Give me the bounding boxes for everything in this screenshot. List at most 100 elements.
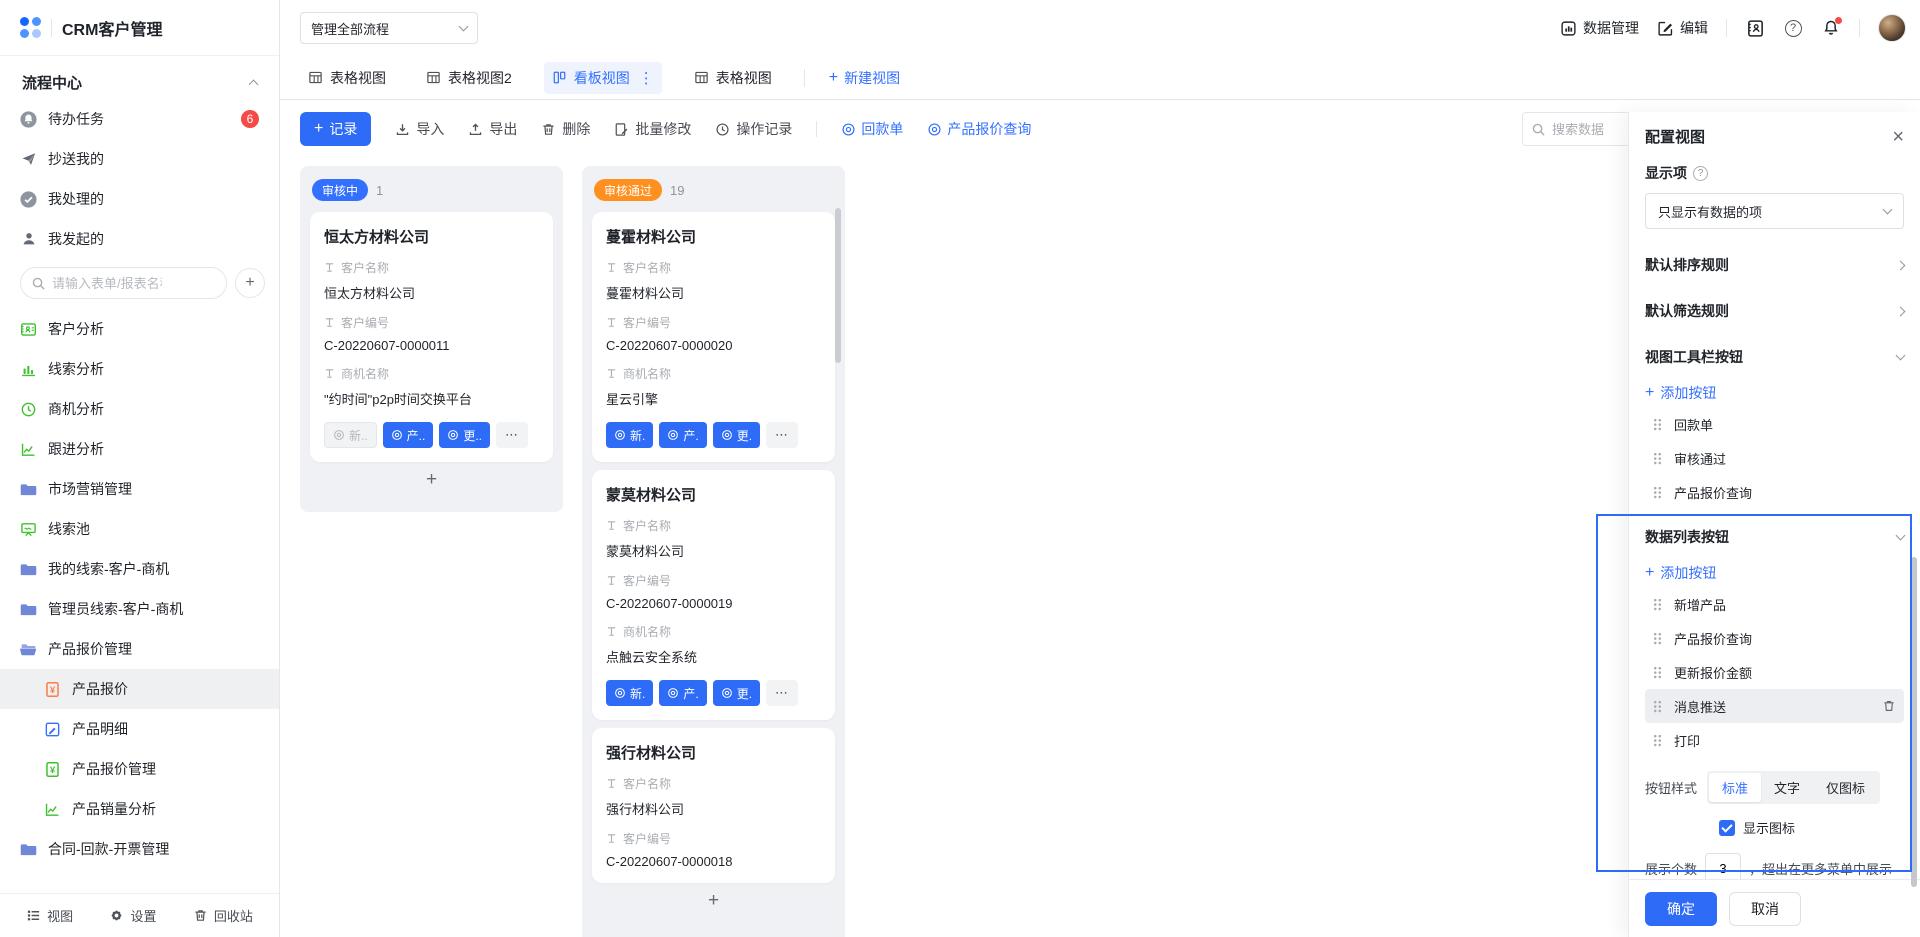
new-view-button[interactable]: + 新建视图 (829, 68, 900, 88)
footer-views-button[interactable]: 视图 (26, 906, 73, 925)
sidebar-search-input[interactable] (52, 276, 162, 291)
card-more-button[interactable]: ⋯ (766, 422, 798, 448)
footer-recycle-bin-button[interactable]: 回收站 (193, 906, 253, 925)
footer-settings-button[interactable]: 设置 (109, 906, 156, 925)
toolbar-button-item[interactable]: 产品报价查询 (1645, 475, 1904, 509)
drag-handle-icon[interactable] (1653, 598, 1662, 611)
cancel-button[interactable]: 取消 (1729, 892, 1801, 926)
process-selector[interactable]: 管理全部流程 (300, 12, 478, 44)
tab-more-icon[interactable]: ⋮ (639, 69, 654, 87)
sidebar-item-quote-management-folder[interactable]: 产品报价管理 (0, 629, 279, 669)
card-action-update-button[interactable]: 更. (713, 680, 760, 706)
sidebar-item-product-detail[interactable]: 产品明细 (0, 709, 279, 749)
sidebar-item-quote-management[interactable]: ¥ 产品报价管理 (0, 749, 279, 789)
add-record-button[interactable]: + 记录 (300, 112, 371, 146)
style-option-icon-only[interactable]: 仅图标 (1813, 773, 1878, 802)
sidebar-item-started-by-me[interactable]: 我发起的 (0, 219, 279, 259)
delete-item-icon[interactable] (1882, 699, 1896, 713)
tab-table-view-1[interactable]: 表格视图 (300, 62, 394, 94)
drag-handle-icon[interactable] (1653, 734, 1662, 747)
section-process-center[interactable]: 流程中心 (0, 56, 279, 99)
panel-scrollbar[interactable] (1911, 557, 1917, 887)
list-button-item-selected[interactable]: 消息推送 (1645, 689, 1904, 723)
add-card-button[interactable]: + (592, 883, 835, 919)
sidebar-item-my-leads[interactable]: 我的线索-客户-商机 (0, 549, 279, 589)
display-items-select[interactable]: 只显示有数据的项 (1645, 193, 1904, 229)
style-option-standard[interactable]: 标准 (1709, 773, 1761, 802)
style-option-text[interactable]: 文字 (1761, 773, 1813, 802)
quick-payment-button[interactable]: 回款单 (841, 119, 903, 139)
tab-table-view-3[interactable]: 表格视图 (686, 62, 780, 94)
sidebar-search-field[interactable] (20, 267, 227, 299)
list-button-item[interactable]: 新增产品 (1645, 587, 1904, 621)
toolbar-button-item[interactable]: 回款单 (1645, 407, 1904, 441)
card-action-product-button[interactable]: 产. (659, 680, 706, 706)
sidebar-item-sales-analysis[interactable]: 产品销量分析 (0, 789, 279, 829)
kanban-card[interactable]: 恒太方材料公司 客户名称 恒太方材料公司 客户编号 C-20220607-000… (310, 212, 553, 462)
add-card-button[interactable]: + (310, 462, 553, 498)
sidebar-item-customer-analysis[interactable]: 客户分析 (0, 309, 279, 349)
card-action-new-button[interactable]: 新. (606, 680, 653, 706)
sidebar-item-processed-by-me[interactable]: 我处理的 (0, 179, 279, 219)
add-toolbar-button[interactable]: + 添加按钮 (1645, 383, 1904, 403)
drag-handle-icon[interactable] (1653, 486, 1662, 499)
tab-kanban-view[interactable]: 看板视图 ⋮ (544, 62, 662, 94)
list-button-item[interactable]: 打印 (1645, 723, 1904, 757)
view-toolbar-buttons-section[interactable]: 视图工具栏按钮 (1645, 347, 1904, 367)
sidebar-item-lead-pool[interactable]: 线索池 (0, 509, 279, 549)
add-list-button[interactable]: + 添加按钮 (1645, 563, 1904, 583)
list-button-item[interactable]: 产品报价查询 (1645, 621, 1904, 655)
list-button-item[interactable]: 更新报价金额 (1645, 655, 1904, 689)
close-icon[interactable]: × (1892, 127, 1904, 147)
card-more-button[interactable]: ⋯ (496, 422, 528, 448)
quick-quote-query-button[interactable]: 产品报价查询 (927, 119, 1031, 139)
default-sort-rule-row[interactable]: 默认排序规则 (1645, 255, 1904, 275)
column-scrollbar[interactable] (835, 208, 841, 363)
card-action-product-button[interactable]: 产.. (383, 422, 434, 448)
delete-button[interactable]: 删除 (541, 119, 590, 139)
toolbar-button-item[interactable]: 审核通过 (1645, 441, 1904, 475)
kanban-card[interactable]: 蔓霍材料公司 客户名称 蔓霍材料公司 客户编号 C-20220607-00000… (592, 212, 835, 462)
kanban-card[interactable]: 强行材料公司 客户名称 强行材料公司 客户编号 C-20220607-00000… (592, 728, 835, 883)
operation-log-button[interactable]: 操作记录 (715, 119, 792, 139)
import-button[interactable]: 导入 (395, 119, 444, 139)
edit-button[interactable]: 编辑 (1657, 18, 1708, 38)
sidebar-item-cc-to-me[interactable]: 抄送我的 (0, 139, 279, 179)
default-filter-rule-row[interactable]: 默认筛选规则 (1645, 301, 1904, 321)
contacts-icon[interactable] (1745, 18, 1765, 38)
card-action-new-button[interactable]: 新.. (324, 422, 377, 448)
help-icon[interactable]: ? (1783, 18, 1803, 38)
data-manage-button[interactable]: 数据管理 (1560, 18, 1639, 38)
data-list-buttons-section[interactable]: 数据列表按钮 (1645, 527, 1904, 547)
notification-bell-icon[interactable] (1821, 18, 1841, 38)
sidebar-item-opportunity-analysis[interactable]: 商机分析 (0, 389, 279, 429)
tab-table-view-2[interactable]: 表格视图2 (418, 62, 520, 94)
sidebar-item-followup-analysis[interactable]: 跟进分析 (0, 429, 279, 469)
help-icon[interactable]: ? (1693, 166, 1708, 181)
sidebar-item-contract-management[interactable]: 合同-回款-开票管理 (0, 829, 279, 869)
card-action-product-button[interactable]: 产. (659, 422, 706, 448)
crm-app: CRM客户管理 流程中心 待办任务 6 抄送我的 我处理的 我发起的 (0, 0, 1920, 937)
confirm-button[interactable]: 确定 (1645, 892, 1717, 926)
batch-edit-button[interactable]: 批量修改 (614, 119, 691, 139)
user-avatar[interactable] (1878, 14, 1906, 42)
card-more-button[interactable]: ⋯ (766, 680, 798, 706)
card-action-update-button[interactable]: 更.. (439, 422, 490, 448)
show-icon-checkbox[interactable] (1719, 820, 1735, 836)
sidebar-item-product-quote[interactable]: ¥ 产品报价 (0, 669, 279, 709)
kanban-card[interactable]: 蒙莫材料公司 客户名称 蒙莫材料公司 客户编号 C-20220607-00000… (592, 470, 835, 720)
drag-handle-icon[interactable] (1653, 418, 1662, 431)
drag-handle-icon[interactable] (1653, 700, 1662, 713)
item-label: 更新报价金额 (1674, 663, 1752, 682)
export-button[interactable]: 导出 (468, 119, 517, 139)
card-action-new-button[interactable]: 新. (606, 422, 653, 448)
drag-handle-icon[interactable] (1653, 666, 1662, 679)
sidebar-item-marketing-management[interactable]: 市场营销管理 (0, 469, 279, 509)
add-form-button[interactable]: + (235, 268, 265, 298)
sidebar-item-admin-leads[interactable]: 管理员线索-客户-商机 (0, 589, 279, 629)
sidebar-item-todo-tasks[interactable]: 待办任务 6 (0, 99, 279, 139)
card-action-update-button[interactable]: 更. (713, 422, 760, 448)
drag-handle-icon[interactable] (1653, 632, 1662, 645)
drag-handle-icon[interactable] (1653, 452, 1662, 465)
sidebar-item-lead-analysis[interactable]: 线索分析 (0, 349, 279, 389)
